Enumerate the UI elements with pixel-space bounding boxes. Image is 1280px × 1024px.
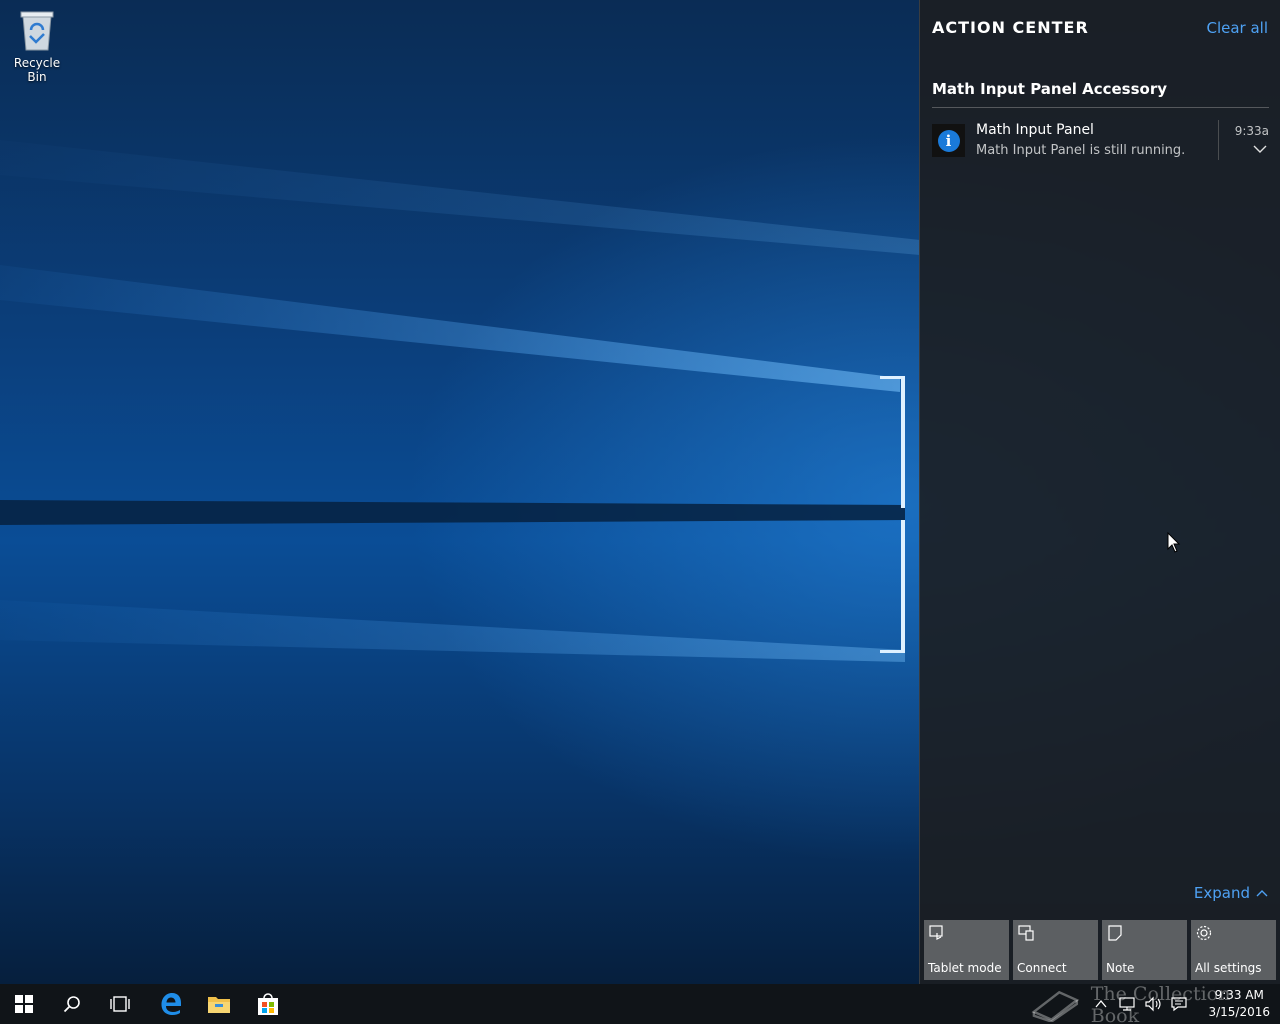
info-icon: i [932,124,965,157]
recycle-bin-label: Recycle Bin [13,56,61,84]
file-explorer-icon [208,997,230,1013]
recycle-bin-shortcut[interactable]: Recycle Bin [4,8,70,84]
notification-title: Math Input Panel [976,122,1094,138]
notification-body: Math Input Panel is still running. [976,143,1186,158]
notification-group-header[interactable]: Math Input Panel Accessory [932,80,1269,108]
note-icon [1108,925,1122,941]
action-center-title: ACTION CENTER [932,18,1089,37]
connect-button[interactable]: Connect [1013,920,1098,980]
watermark-text: The Collection Book [1090,983,1231,1024]
notification-time: 9:33a [1234,124,1269,138]
search-icon [63,996,80,1013]
expand-label: Expand [1193,884,1250,902]
edge-icon [161,993,181,1015]
search-button[interactable] [48,984,96,1024]
all-settings-button[interactable]: All settings [1191,920,1276,980]
clear-all-link[interactable]: Clear all [1206,19,1268,37]
recycle-bin-icon [17,8,57,52]
edge-button[interactable] [147,984,195,1024]
expand-button[interactable]: Expand [1194,884,1268,902]
task-view-icon [110,996,130,1012]
file-explorer-button[interactable] [195,984,243,1024]
quick-actions-bar: Tablet mode Connect Note All settings [924,920,1277,980]
store-button[interactable] [244,984,292,1024]
note-button[interactable]: Note [1102,920,1187,980]
task-view-button[interactable] [96,984,144,1024]
tablet-mode-button[interactable]: Tablet mode [924,920,1009,980]
mouse-cursor-icon [1167,532,1181,553]
tablet-mode-icon [929,925,943,940]
connect-icon [1018,925,1034,941]
start-icon [15,995,33,1013]
notification-divider [1218,120,1219,160]
start-button[interactable] [0,984,48,1024]
chevron-up-icon [1256,890,1268,897]
gear-icon [1196,925,1212,941]
watermark: The Collection Book [1030,983,1280,1024]
store-icon [258,993,278,1015]
book-logo-icon [1031,990,1080,1022]
action-center-panel: ACTION CENTER Clear all Math Input Panel… [919,0,1280,984]
notification-item[interactable]: i Math Input Panel Math Input Panel is s… [932,118,1269,162]
chevron-down-icon[interactable] [1253,142,1267,156]
